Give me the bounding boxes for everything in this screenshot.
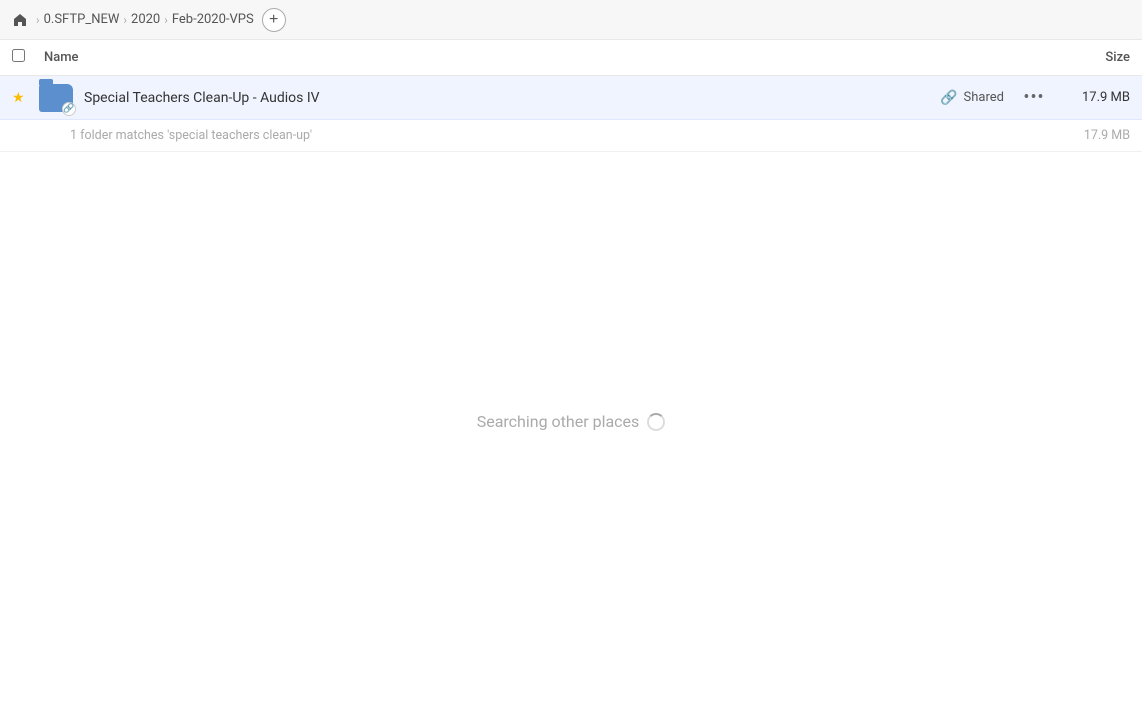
summary-size: 17.9 MB (1084, 128, 1130, 143)
share-icon: 🔗 (940, 90, 957, 106)
column-header: Name Size (0, 40, 1142, 76)
loading-spinner (647, 413, 665, 431)
link-overlay-icon: 🔗 (62, 102, 76, 116)
searching-area: Searching other places (0, 412, 1142, 431)
breadcrumb-item-sftp[interactable]: 0.SFTP_NEW (44, 12, 120, 27)
searching-text: Searching other places (477, 412, 640, 431)
name-column-header[interactable]: Name (44, 50, 1050, 65)
summary-text: 1 folder matches 'special teachers clean… (70, 128, 1084, 143)
breadcrumb-item-2020[interactable]: 2020 (131, 12, 160, 27)
home-button[interactable] (12, 12, 28, 28)
shared-label: Shared (964, 90, 1004, 105)
breadcrumb-item-feb[interactable]: Feb-2020-VPS (172, 12, 254, 27)
breadcrumb-separator-3: › (164, 13, 168, 27)
size-column-header[interactable]: Size (1050, 50, 1130, 65)
file-size-value: 17.9 MB (1060, 90, 1130, 105)
select-all-checkbox-col[interactable] (12, 49, 36, 66)
folder-icon: 🔗 (38, 80, 74, 116)
summary-row: 1 folder matches 'special teachers clean… (0, 120, 1142, 152)
shared-badge-area: 🔗 Shared (940, 90, 1004, 106)
star-icon[interactable]: ★ (12, 90, 32, 106)
breadcrumb-bar: › 0.SFTP_NEW › 2020 › Feb-2020-VPS + (0, 0, 1142, 40)
select-all-checkbox[interactable] (12, 49, 25, 62)
table-row[interactable]: ★ 🔗 Special Teachers Clean-Up - Audios I… (0, 76, 1142, 120)
breadcrumb-separator-1: › (36, 13, 40, 27)
home-icon (12, 12, 28, 28)
file-name-label: Special Teachers Clean-Up - Audios IV (84, 90, 940, 106)
add-breadcrumb-button[interactable]: + (262, 8, 286, 32)
breadcrumb-separator-2: › (123, 13, 127, 27)
more-options-button[interactable]: ••• (1020, 84, 1048, 112)
